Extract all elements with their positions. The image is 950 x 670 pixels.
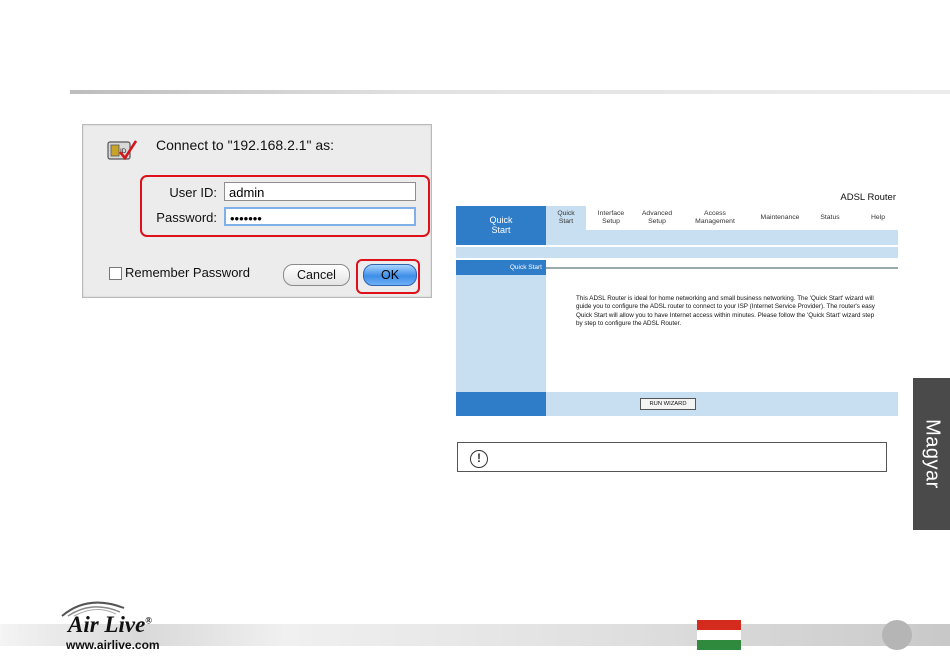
nav-status[interactable]: Status	[810, 206, 850, 222]
quick-start-description: This ADSL Router is ideal for home netwo…	[576, 295, 875, 327]
nav-quick-start[interactable]: Quick Start	[546, 206, 586, 230]
cancel-button[interactable]: Cancel	[283, 264, 350, 286]
quick-start-line1: Quick	[489, 215, 513, 225]
ok-highlight	[356, 259, 420, 294]
note-box	[457, 442, 887, 472]
logo-registered-mark: ®	[145, 615, 153, 626]
hungarian-flag-icon	[697, 620, 741, 650]
nav-advanced-setup[interactable]: Advanced Setup	[636, 206, 678, 226]
top-divider	[70, 90, 950, 94]
nav-maintenance-label: Maintenance	[760, 214, 800, 221]
nav-substrip	[546, 230, 898, 245]
nav-interface-setup-label: Interface Setup	[597, 210, 625, 225]
router-nav: Quick Start Interface Setup Advanced Set…	[546, 206, 898, 230]
keychain-id-icon: ID	[107, 140, 137, 161]
nav-status-label: Status	[820, 214, 840, 221]
connect-dialog: ID Connect to "192.168.2.1" as: User ID:…	[82, 124, 432, 298]
nav-help[interactable]: Help	[860, 206, 896, 222]
content-divider	[546, 267, 898, 269]
router-brand: ADSL Router	[840, 192, 896, 203]
credentials-highlight	[140, 175, 430, 237]
nav-interface-setup[interactable]: Interface Setup	[590, 206, 632, 226]
footer-right	[546, 392, 898, 416]
side-heading: Quick Start	[456, 260, 546, 275]
logo-wordmark: Air Live®	[68, 612, 152, 638]
quick-start-banner: Quick Start	[456, 206, 546, 245]
remember-password-checkbox[interactable]	[109, 267, 122, 280]
dialog-title: Connect to "192.168.2.1" as:	[156, 137, 335, 153]
run-wizard-button[interactable]: RUN WIZARD	[640, 398, 696, 410]
footer-left	[456, 392, 546, 416]
website-url: www.airlive.com	[66, 638, 160, 652]
exclamation-circle-icon: !	[470, 450, 488, 468]
language-label: Magyar	[921, 419, 943, 489]
page-number-marker	[882, 620, 912, 650]
logo-text: Air Live	[68, 612, 146, 637]
side-panel	[456, 275, 546, 392]
nav-maintenance[interactable]: Maintenance	[752, 206, 808, 222]
remember-password-label: Remember Password	[125, 265, 250, 280]
nav-access-management-label: Access Management	[695, 210, 735, 225]
header-strip	[456, 247, 898, 258]
language-tab: Magyar	[913, 378, 950, 530]
router-web-ui: ADSL Router Quick Start Quick Start Inte…	[456, 190, 898, 418]
quick-start-line2: Start	[491, 225, 511, 235]
airlive-logo: Air Live® www.airlive.com	[58, 598, 198, 654]
nav-advanced-setup-label: Advanced Setup	[641, 210, 673, 225]
nav-access-management[interactable]: Access Management	[686, 206, 744, 226]
nav-help-label: Help	[871, 214, 885, 221]
nav-quick-start-label: Quick Start	[557, 210, 575, 225]
